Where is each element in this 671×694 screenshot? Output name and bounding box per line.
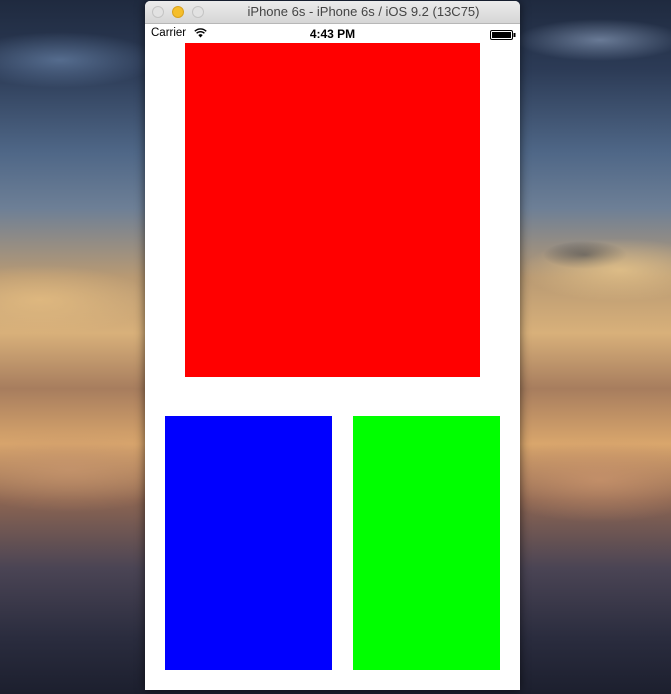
ios-status-bar: Carrier 4:43 PM: [145, 24, 520, 43]
close-window-button[interactable]: [152, 6, 164, 18]
blue-view: [165, 416, 332, 670]
minimize-window-button[interactable]: [172, 6, 184, 18]
battery-icon: [490, 30, 516, 40]
status-time: 4:43 PM: [309, 27, 356, 41]
red-view: [185, 43, 480, 377]
green-view: [353, 416, 500, 670]
window-titlebar[interactable]: iPhone 6s - iPhone 6s / iOS 9.2 (13C75): [145, 1, 520, 24]
window-title: iPhone 6s - iPhone 6s / iOS 9.2 (13C75): [247, 4, 480, 19]
simulator-window[interactable]: iPhone 6s - iPhone 6s / iOS 9.2 (13C75) …: [145, 1, 520, 690]
zoom-window-button[interactable]: [192, 6, 204, 18]
